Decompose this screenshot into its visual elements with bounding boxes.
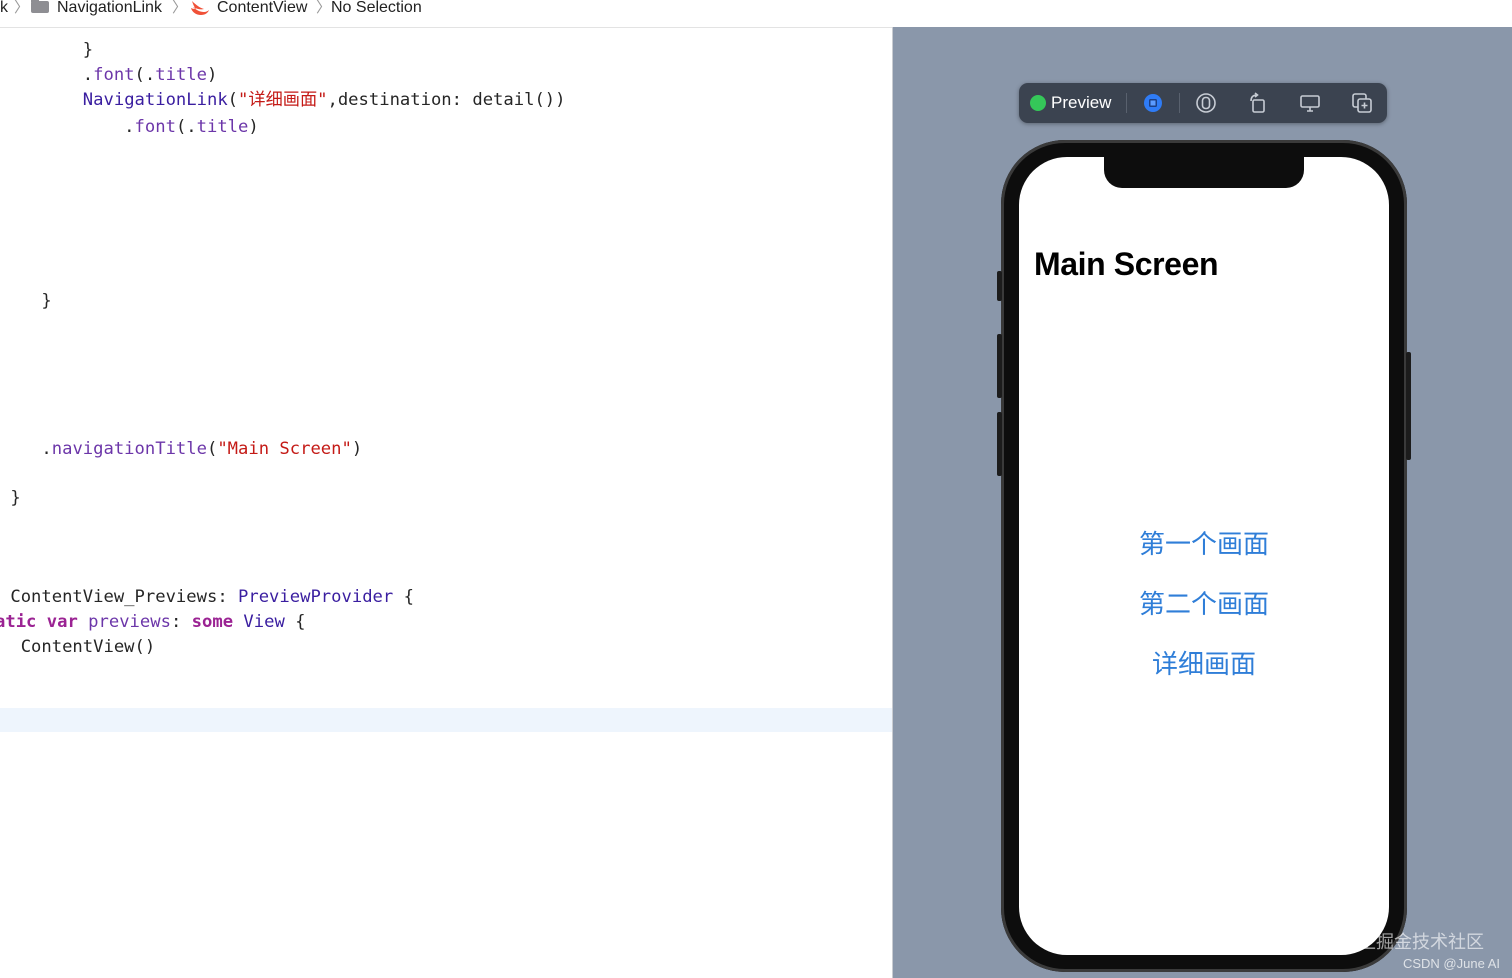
code-token: . — [0, 439, 52, 459]
code-line[interactable]: ContentView() — [0, 636, 156, 658]
nav-link-second-screen[interactable]: 第二个画面 — [1019, 589, 1389, 621]
code-token: navigationTitle — [51, 439, 207, 459]
code-token: (. — [175, 117, 197, 137]
power-button — [1406, 352, 1411, 460]
code-token: previews — [88, 612, 171, 632]
code-token: } — [0, 40, 94, 60]
breadcrumb-project[interactable]: k — [0, 0, 8, 16]
code-line[interactable]: .navigationTitle("Main Screen") — [0, 438, 362, 460]
code-token: font — [134, 117, 176, 137]
breadcrumb-chevron: 〉 — [172, 0, 188, 16]
code-token: ContentView_Previews — [0, 587, 218, 607]
phone-notch — [1104, 157, 1304, 188]
breadcrumb-chevron: 〉 — [316, 0, 332, 16]
breadcrumb-file[interactable]: ContentView — [217, 0, 307, 16]
code-token: : — [170, 612, 192, 632]
code-token: ( — [206, 439, 218, 459]
code-token: ) — [351, 439, 363, 459]
toolbar-separator — [1126, 93, 1127, 113]
nav-link-first-screen[interactable]: 第一个画面 — [1019, 529, 1389, 561]
navigation-title: Main Screen — [1034, 246, 1219, 282]
volume-up-button — [997, 334, 1002, 398]
volume-down-button — [997, 412, 1002, 476]
code-token: ) — [207, 65, 218, 85]
duplicate-preview-icon[interactable] — [1350, 91, 1374, 115]
live-preview-icon[interactable] — [1141, 91, 1165, 115]
preview-canvas: Preview Main Screen 第一个画面 第二个画面 详细画面 — [893, 27, 1512, 978]
code-token: atic — [0, 612, 47, 632]
code-token: View — [243, 612, 285, 632]
iphone-device-frame: Main Screen 第一个画面 第二个画面 详细画面 — [997, 140, 1411, 972]
code-token: { — [393, 587, 414, 607]
code-line[interactable]: atic var previews: some View { — [0, 611, 306, 633]
code-token: . — [0, 65, 94, 85]
code-token: ()) — [534, 90, 566, 110]
phone-screen: Main Screen 第一个画面 第二个画面 详细画面 — [1019, 157, 1389, 955]
code-line[interactable]: } — [0, 290, 52, 312]
breadcrumb-chevron: 〉 — [14, 0, 30, 16]
watermark-csdn: CSDN @June AI — [1402, 956, 1500, 971]
code-line[interactable]: .font(.title) — [0, 116, 259, 138]
code-token: "详细画面" — [238, 90, 328, 110]
inspect-preview-icon[interactable] — [1194, 91, 1218, 115]
preview-label[interactable]: Preview — [1051, 93, 1111, 113]
watermark-juejin: @稀土掘金技术社区 — [1322, 932, 1484, 953]
device-settings-icon[interactable] — [1298, 91, 1322, 115]
code-token: title — [196, 117, 249, 137]
code-token: : — [217, 587, 239, 607]
code-token: NavigationLink — [82, 90, 228, 110]
code-token: font — [93, 65, 135, 85]
code-token: ) — [248, 117, 259, 137]
code-token: "Main Screen" — [217, 439, 352, 459]
code-token: detail — [472, 90, 535, 110]
rotate-device-icon[interactable] — [1246, 91, 1270, 115]
swift-file-icon — [190, 0, 210, 20]
code-line[interactable]: ContentView_Previews: PreviewProvider { — [0, 586, 414, 608]
breadcrumb-selection[interactable]: No Selection — [331, 0, 422, 16]
code-line[interactable]: } — [0, 39, 93, 61]
code-token: } — [0, 488, 21, 508]
folder-icon — [31, 0, 49, 13]
code-token: title — [155, 65, 207, 85]
code-token: PreviewProvider — [238, 587, 394, 607]
breadcrumb-group[interactable]: NavigationLink — [57, 0, 162, 16]
code-token: } — [0, 291, 52, 311]
preview-status-dot — [1030, 95, 1046, 111]
code-token: { — [284, 612, 306, 632]
code-line[interactable]: .font(.title) — [0, 64, 218, 86]
code-token: (. — [134, 65, 156, 85]
code-line[interactable]: NavigationLink("详细画面",destination: detai… — [0, 89, 566, 111]
silent-switch — [997, 271, 1002, 301]
preview-toolbar: Preview — [1019, 83, 1387, 123]
code-token: some — [191, 612, 244, 632]
code-token: ( — [227, 90, 239, 110]
code-token: . — [0, 117, 135, 137]
code-editor[interactable]: } .font(.title) NavigationLink("详细画面",de… — [0, 28, 893, 978]
code-token: var — [46, 612, 89, 632]
toolbar-separator — [1179, 93, 1180, 113]
nav-link-detail-screen[interactable]: 详细画面 — [1019, 649, 1389, 681]
code-token: ,destination: — [327, 90, 473, 110]
jump-bar: k 〉 NavigationLink 〉 ContentView 〉 No Se… — [0, 0, 1512, 28]
code-line[interactable]: } — [0, 487, 21, 509]
current-line-highlight — [0, 708, 893, 732]
code-token: ContentView() — [0, 637, 156, 657]
